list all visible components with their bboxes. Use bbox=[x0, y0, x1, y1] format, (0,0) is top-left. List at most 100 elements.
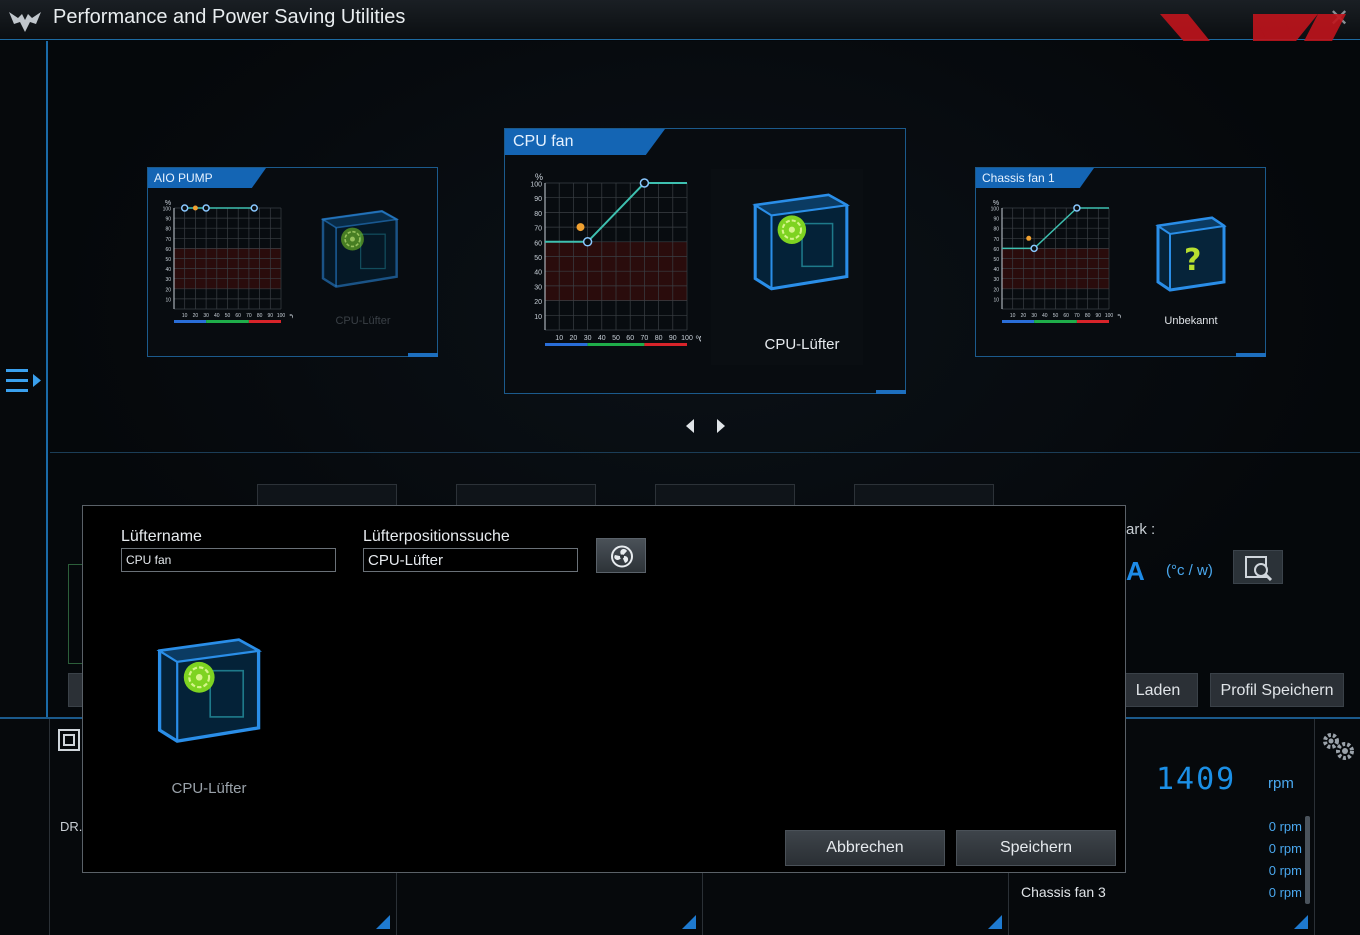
curve-point bbox=[250, 204, 258, 212]
pc-case-graphic bbox=[752, 193, 851, 291]
temp-bar-cool bbox=[1002, 320, 1035, 323]
fan-card-chassis-fan-1[interactable]: Chassis fan 1 100 90 80 70 60 50 40 30 20 10% 10 20… bbox=[975, 167, 1266, 357]
y-tick-label: 70 bbox=[534, 226, 542, 233]
x-tick-label: 90 bbox=[1096, 313, 1102, 319]
fan-hub bbox=[350, 236, 355, 242]
curve-point bbox=[1073, 204, 1081, 212]
rpm-row: 0 rpm bbox=[1268, 819, 1302, 834]
x-tick-label: 90 bbox=[268, 313, 274, 319]
fan-card-aio-pump[interactable]: AIO PUMP 100 90 80 70 60 50 40 30 20 10% 10 20 30 40 5… bbox=[147, 167, 438, 357]
x-tick-label: 60 bbox=[1063, 313, 1069, 319]
x-tick-label: 20 bbox=[193, 313, 199, 319]
x-tick-label: 40 bbox=[598, 335, 606, 342]
x-tick-label: 40 bbox=[1042, 313, 1048, 319]
temp-bar-cool bbox=[174, 320, 207, 323]
scrollbar[interactable] bbox=[1305, 816, 1310, 904]
fan-curve-chart[interactable]: 100908070605040302010%10 20 30 40 50 60 70 80 90… bbox=[519, 169, 701, 364]
temp-bar-hot bbox=[1076, 320, 1109, 323]
svg-text:?: ? bbox=[1184, 243, 1201, 278]
y-tick-label: 40 bbox=[993, 267, 999, 273]
fan-curve-chart[interactable]: 100908070605040302010%10 20 30 40 50 60 70 80 90… bbox=[986, 198, 1121, 333]
y-tick-label: 70 bbox=[165, 237, 171, 243]
divider bbox=[50, 452, 1360, 453]
tuf-logo-icon bbox=[9, 12, 41, 32]
unit-cw-label: (°c / w) bbox=[1166, 562, 1213, 579]
y-tick-label: 40 bbox=[165, 267, 171, 273]
fan-card-cpu-fan[interactable]: CPU fan 100 90 80 70 60 50 40 30 20 10% 10 20 30 40 50… bbox=[504, 128, 906, 394]
x-tick-label: 50 bbox=[1053, 313, 1059, 319]
y-tick-label: 30 bbox=[165, 277, 171, 283]
fan-curve-chart[interactable]: 100908070605040302010%10 20 30 40 50 60 70 80 90… bbox=[158, 198, 293, 333]
mode-tab[interactable] bbox=[655, 484, 795, 506]
y-tick-label: 10 bbox=[993, 297, 999, 303]
y-tick-label: 20 bbox=[534, 299, 542, 306]
fan-name-input[interactable] bbox=[121, 548, 336, 572]
fan-location-label: CPU-Lüfter bbox=[335, 315, 391, 327]
x-tick-label: 70 bbox=[641, 335, 649, 342]
x-tick-label: 10 bbox=[1010, 313, 1016, 319]
mode-tab[interactable] bbox=[257, 484, 397, 506]
x-tick-label: 80 bbox=[1085, 313, 1091, 319]
rpm-row: 0 rpm bbox=[1268, 841, 1302, 856]
next-fan-arrow-icon[interactable] bbox=[714, 417, 728, 435]
x-tick-label: 90 bbox=[669, 335, 677, 342]
x-tick-label: 30 bbox=[1031, 313, 1037, 319]
fan-location-label: Unbekannt bbox=[1164, 315, 1218, 327]
mode-tab[interactable] bbox=[854, 484, 994, 506]
fan-search-button[interactable] bbox=[596, 538, 646, 573]
chassis-fan-3-label: Chassis fan 3 bbox=[1021, 884, 1106, 900]
current-temp-marker bbox=[192, 205, 198, 211]
unit-a-label: A bbox=[1126, 556, 1145, 586]
window-title: Performance and Power Saving Utilities bbox=[53, 6, 406, 28]
unknown-pc-case-icon: ? bbox=[1155, 216, 1227, 292]
x-tick-label: 60 bbox=[235, 313, 241, 319]
gear-icon[interactable] bbox=[1320, 730, 1356, 762]
x-tick-label: 30 bbox=[584, 335, 592, 342]
y-tick-label: 20 bbox=[165, 287, 171, 293]
fan-position-input[interactable] bbox=[363, 548, 578, 572]
save-profile-button[interactable]: Profil Speichern bbox=[1210, 673, 1344, 707]
pc-case-icon bbox=[153, 626, 263, 766]
window-mode-icon[interactable] bbox=[58, 729, 80, 751]
y-tick-label: 60 bbox=[165, 247, 171, 253]
rpm-row: 0 rpm bbox=[1268, 885, 1302, 900]
mark-label: ark : bbox=[1126, 521, 1156, 538]
x-tick-label: 10 bbox=[555, 335, 563, 342]
save-button[interactable]: Speichern bbox=[956, 830, 1116, 866]
current-temp-marker bbox=[1026, 235, 1032, 241]
fan-location-label: CPU-Lüfter bbox=[764, 336, 840, 353]
x-tick-label: 80 bbox=[257, 313, 263, 319]
x-tick-label: 70 bbox=[1074, 313, 1080, 319]
mode-tab[interactable] bbox=[456, 484, 596, 506]
y-unit-label: % bbox=[165, 200, 171, 207]
cancel-button[interactable]: Abbrechen bbox=[785, 830, 945, 866]
x-unit-label: ℃ bbox=[1117, 314, 1121, 321]
load-profile-button[interactable]: Laden bbox=[1118, 673, 1198, 707]
x-tick-label: 20 bbox=[1021, 313, 1027, 319]
fan-rename-dialog: Lüftername Lüfterpositionssuche CPU-Lüft… bbox=[82, 505, 1126, 873]
menu-expand-icon[interactable] bbox=[5, 366, 43, 396]
x-tick-label: 70 bbox=[246, 313, 252, 319]
y-tick-label: 100 bbox=[530, 182, 542, 189]
x-tick-label: 20 bbox=[570, 335, 578, 342]
y-tick-label: 60 bbox=[534, 240, 542, 247]
y-tick-label: 90 bbox=[993, 217, 999, 223]
current-temp-marker bbox=[576, 223, 585, 232]
curve-point bbox=[582, 237, 593, 247]
previous-fan-arrow-icon[interactable] bbox=[683, 417, 697, 435]
x-tick-label: 30 bbox=[203, 313, 209, 319]
fan-card-title: Chassis fan 1 bbox=[982, 171, 1055, 185]
y-tick-label: 10 bbox=[534, 314, 542, 321]
x-tick-label: 50 bbox=[225, 313, 231, 319]
y-tick-label: 20 bbox=[993, 287, 999, 293]
pc-case-graphic bbox=[320, 210, 400, 288]
rpm-unit: rpm bbox=[1268, 775, 1294, 792]
y-tick-label: 80 bbox=[534, 211, 542, 218]
fan-card-title: AIO PUMP bbox=[154, 171, 213, 185]
curve-point bbox=[1030, 244, 1038, 253]
y-tick-label: 10 bbox=[165, 297, 171, 303]
x-tick-label: 100 bbox=[277, 313, 286, 319]
y-tick-label: 50 bbox=[165, 257, 171, 263]
zoom-graph-button[interactable] bbox=[1233, 550, 1283, 584]
fan-card-title: CPU fan bbox=[513, 133, 574, 150]
